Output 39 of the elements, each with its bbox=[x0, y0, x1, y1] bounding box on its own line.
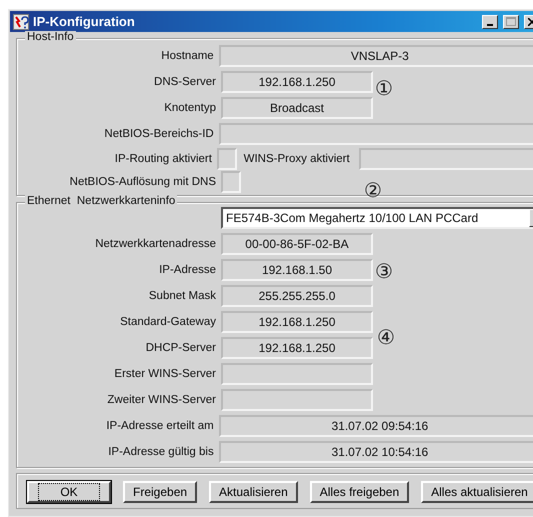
field-label: IP-Routing aktiviert bbox=[114, 152, 212, 164]
action-button[interactable]: Alles aktualisieren bbox=[421, 481, 533, 503]
value-field: 192.168.1.50 bbox=[221, 259, 373, 281]
field-label: IP-Adresse erteilt am bbox=[105, 420, 214, 432]
action-button[interactable]: Alles freigeben bbox=[310, 481, 410, 503]
value-field: VNSLAP-3 bbox=[218, 45, 533, 67]
callout-number: ② bbox=[364, 181, 382, 201]
value-field: 255.255.255.0 bbox=[221, 285, 373, 307]
action-button[interactable]: Aktualisieren bbox=[209, 481, 298, 503]
group-title: Ethernet Netzwerkkarteninfo bbox=[25, 195, 178, 207]
window-title: IP-Konfiguration bbox=[33, 14, 136, 29]
field-label: WINS-Proxy aktiviert bbox=[244, 152, 350, 164]
field-label: DNS-Server bbox=[153, 76, 216, 88]
field-label: Standard-Gateway bbox=[119, 316, 216, 328]
field-label: DHCP-Server bbox=[144, 342, 216, 354]
field-label: IP-Adresse gültig bis bbox=[107, 446, 214, 458]
value-field: Broadcast bbox=[221, 97, 373, 119]
field-label: Zweiter WINS-Server bbox=[106, 394, 216, 406]
field-label: IP-Adresse bbox=[158, 264, 216, 276]
field-label: Erster WINS-Server bbox=[113, 368, 216, 380]
callout-number: ④ bbox=[377, 328, 395, 348]
group-title: Host-Info bbox=[25, 31, 76, 43]
value-field: 192.168.1.250 bbox=[221, 337, 373, 359]
value-field: 192.168.1.250 bbox=[221, 71, 373, 93]
value-field: 00-00-86-5F-02-BA bbox=[221, 233, 373, 255]
value-field: 31.07.02 10:54:16 bbox=[218, 441, 533, 463]
adapter-dropdown[interactable]: FE574B-3Com Megahertz 10/100 LAN PCCard bbox=[221, 207, 533, 229]
field-label: Netzwerkkartenadresse bbox=[94, 238, 216, 250]
callout-number: ① bbox=[375, 79, 393, 99]
callout-number: ③ bbox=[375, 262, 393, 282]
value-field: 192.168.1.250 bbox=[221, 311, 373, 333]
value-field: 31.07.02 09:54:16 bbox=[218, 415, 533, 437]
action-button[interactable]: Freigeben bbox=[123, 481, 198, 503]
field-label: NetBIOS-Bereichs-ID bbox=[103, 128, 214, 140]
field-label: Hostname bbox=[160, 50, 214, 62]
ok-button[interactable]: OK bbox=[27, 481, 111, 503]
field-label: Knotentyp bbox=[163, 102, 216, 114]
field-label: NetBIOS-Auflösung mit DNS bbox=[68, 176, 216, 188]
field-label: Subnet Mask bbox=[148, 290, 216, 302]
